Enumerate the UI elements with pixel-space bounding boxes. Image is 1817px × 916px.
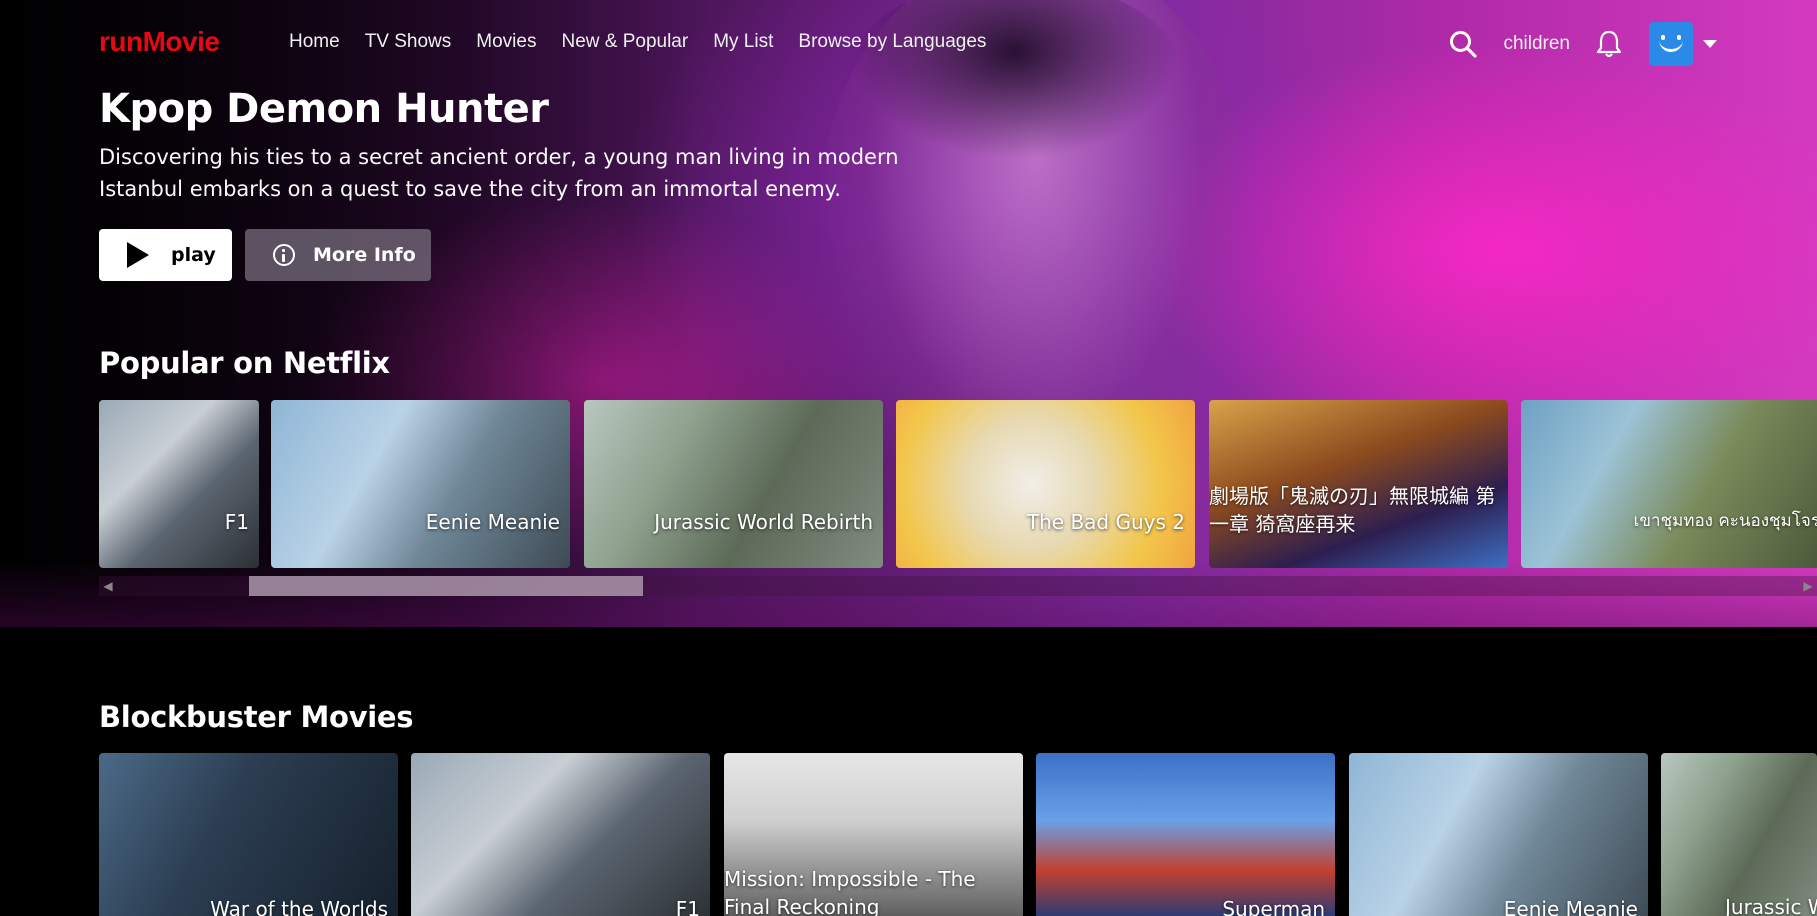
avatar-smile [1659, 38, 1683, 52]
movie-card-title: The Bad Guys 2 [1026, 510, 1185, 534]
hero-title: Kpop Demon Hunter [99, 86, 549, 132]
scroll-right-arrow-icon[interactable]: ▶ [1799, 576, 1817, 596]
top-navbar: runMovie Home TV Shows Movies New & Popu… [0, 0, 1817, 88]
movie-card[interactable]: F1 [99, 400, 259, 568]
profile-label[interactable]: children [1503, 33, 1570, 55]
movie-card[interactable]: Eenie Meanie [271, 400, 570, 568]
movie-card-title: F1 [224, 510, 249, 534]
scroll-left-arrow-icon[interactable]: ◀ [99, 576, 117, 596]
nav-link-browse-languages[interactable]: Browse by Languages [798, 31, 986, 53]
nav-right: children [1448, 22, 1717, 66]
movie-card[interactable]: War of the Worlds [99, 753, 398, 916]
play-button[interactable]: play [99, 229, 232, 281]
row-blockbuster: War of the Worlds F1 Mission: Impossible… [99, 753, 1817, 916]
nav-link-home[interactable]: Home [289, 31, 340, 53]
scrollbar-thumb[interactable] [249, 576, 643, 596]
row-title-blockbuster: Blockbuster Movies [99, 700, 414, 734]
nav-link-tv-shows[interactable]: TV Shows [365, 31, 452, 53]
caret-down-icon[interactable] [1703, 40, 1717, 48]
nav-links: Home TV Shows Movies New & Popular My Li… [289, 31, 1011, 53]
nav-link-new-popular[interactable]: New & Popular [561, 31, 688, 53]
logo[interactable]: runMovie [99, 26, 220, 58]
info-icon [273, 244, 295, 266]
movie-card[interactable]: Mission: Impossible - The Final Reckonin… [724, 753, 1023, 916]
movie-card-title: 劇場版「鬼滅の刃」無限城編 第一章 猗窩座再来 [1209, 484, 1496, 536]
more-info-button[interactable]: More Info [245, 229, 431, 281]
movie-card-title: เขาชุมทอง คะนองชุมโจร [1633, 511, 1817, 531]
movie-card-title: F1 [675, 897, 700, 916]
nav-link-my-list[interactable]: My List [713, 31, 773, 53]
hero-description: Discovering his ties to a secret ancient… [99, 145, 899, 201]
movie-card-title: Jurassic World Rebirth [1725, 895, 1817, 916]
movie-card-title: Eenie Meanie [1503, 897, 1638, 916]
movie-card[interactable]: Eenie Meanie [1349, 753, 1648, 916]
movie-card-title: Mission: Impossible - The Final Reckonin… [724, 867, 976, 916]
movie-card-title: Eenie Meanie [425, 510, 560, 534]
movie-card-title: War of the Worlds [210, 897, 388, 916]
movie-card[interactable]: F1 [411, 753, 710, 916]
movie-card-title: Jurassic World Rebirth [654, 510, 873, 534]
movie-card[interactable]: Superman [1036, 753, 1335, 916]
row-title-popular: Popular on Netflix [99, 346, 390, 380]
nav-link-movies[interactable]: Movies [476, 31, 536, 53]
movie-card[interactable]: เขาชุมทอง คะนองชุมโจร [1521, 400, 1817, 568]
movie-card[interactable]: Jurassic World Rebirth [1661, 753, 1817, 916]
avatar[interactable] [1649, 22, 1693, 66]
movie-card[interactable]: The Bad Guys 2 [896, 400, 1195, 568]
play-button-label: play [171, 244, 216, 266]
movie-card-title: Superman [1222, 897, 1325, 916]
row-popular: F1 Eenie Meanie Jurassic World Rebirth T… [99, 400, 1817, 568]
movie-card[interactable]: Jurassic World Rebirth [584, 400, 883, 568]
bell-icon[interactable] [1595, 29, 1623, 59]
more-info-button-label: More Info [313, 244, 416, 266]
search-icon[interactable] [1448, 29, 1478, 59]
play-icon [127, 242, 149, 268]
row-scrollbar[interactable]: ◀ ▶ [99, 576, 1817, 596]
movie-card[interactable]: 劇場版「鬼滅の刃」無限城編 第一章 猗窩座再来 [1209, 400, 1508, 568]
